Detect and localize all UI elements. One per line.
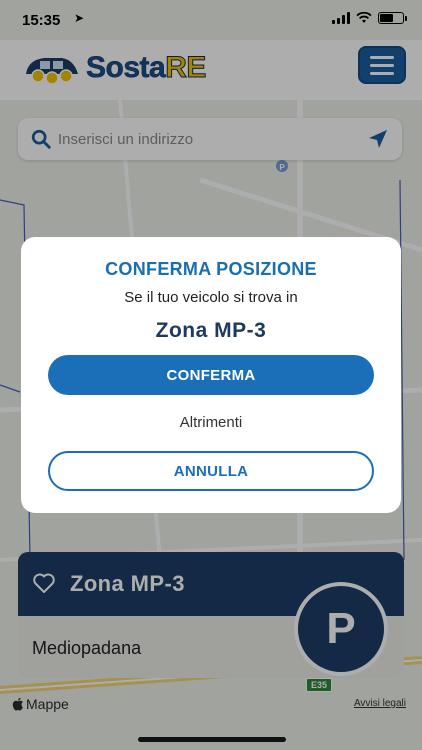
dialog-title: CONFERMA POSIZIONE [105, 259, 317, 279]
confirm-button[interactable]: CONFERMA [48, 355, 374, 395]
dialog-otherwise-label: Altrimenti [179, 414, 243, 431]
dialog-subtitle: Se il tuo veicolo si trova in [124, 289, 298, 306]
cancel-button[interactable]: ANNULLA [48, 451, 374, 491]
dialog-zone-name: Zona MP-3 [155, 319, 267, 342]
confirm-position-dialog: CONFERMA POSIZIONE Se il tuo veicolo si … [21, 237, 401, 513]
home-indicator[interactable] [138, 737, 286, 742]
